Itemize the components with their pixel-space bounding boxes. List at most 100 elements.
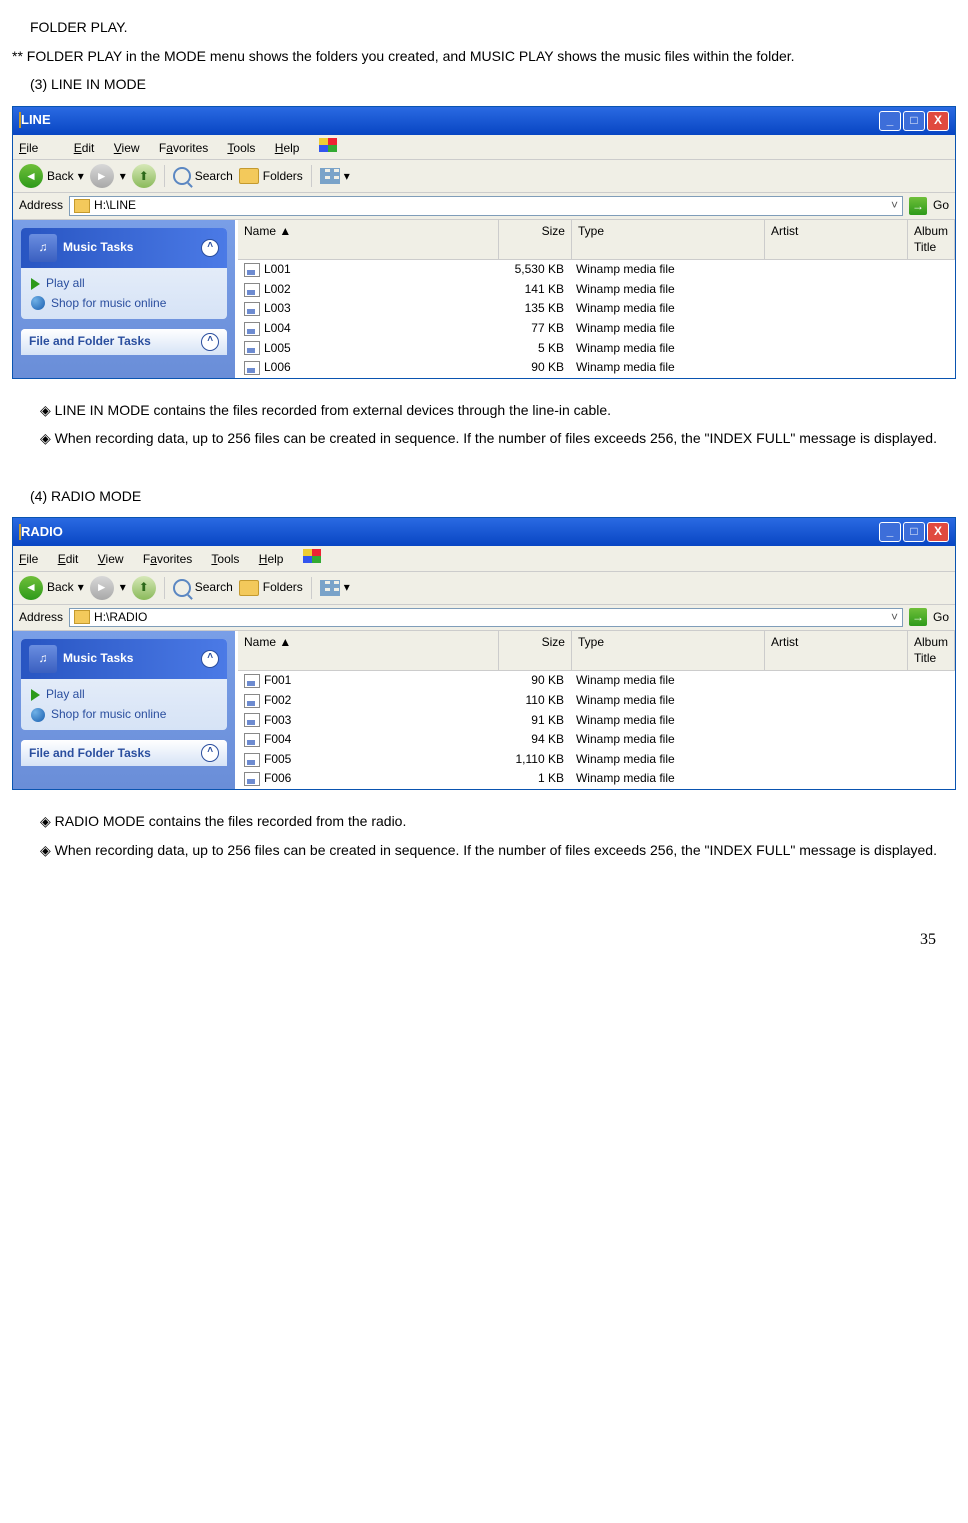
menu-edit[interactable]: Edit — [74, 141, 95, 155]
file-folder-tasks-header[interactable]: File and Folder Tasks — [29, 334, 151, 350]
file-folder-tasks-header[interactable]: File and Folder Tasks — [29, 746, 151, 762]
minimize-button[interactable]: _ — [879, 111, 901, 131]
section4-bullet2: ◈ When recording data, up to 256 files c… — [12, 837, 956, 864]
music-tasks-header: Music Tasks — [63, 651, 133, 667]
titlebar[interactable]: RADIO _□X — [13, 518, 955, 546]
close-button[interactable]: X — [927, 111, 949, 131]
file-list: Name ▲ Size Type Artist Album Title L001… — [238, 220, 955, 378]
windows-flag-icon[interactable] — [303, 549, 321, 563]
go-label: Go — [933, 610, 949, 626]
address-text: H:\LINE — [94, 198, 136, 214]
collapse-icon[interactable]: ˄ — [201, 333, 219, 351]
table-row[interactable]: L00690 KBWinamp media file — [238, 358, 955, 378]
intro-line2: ** FOLDER PLAY in the MODE menu shows th… — [12, 43, 956, 70]
menu-edit[interactable]: Edit — [58, 552, 79, 566]
collapse-icon[interactable]: ˄ — [201, 650, 219, 668]
table-row[interactable]: F0061 KBWinamp media file — [238, 769, 955, 789]
section4-title: (4) RADIO MODE — [12, 483, 956, 510]
menu-view[interactable]: View — [98, 552, 124, 566]
music-tasks-header: Music Tasks — [63, 240, 133, 256]
file-icon — [244, 361, 260, 375]
titlebar[interactable]: LINE _□X — [13, 107, 955, 135]
forward-button[interactable]: ► — [90, 576, 114, 600]
collapse-icon[interactable]: ˄ — [201, 239, 219, 257]
go-button[interactable]: → — [909, 197, 927, 215]
views-button[interactable]: ▾ — [320, 580, 350, 596]
play-all-link[interactable]: Play all — [31, 274, 217, 294]
menu-bar: File Edit View Favorites Tools Help — [13, 135, 955, 161]
menu-tools[interactable]: Tools — [211, 552, 239, 566]
back-button[interactable]: ◄Back ▾ — [19, 164, 84, 188]
toolbar: ◄Back ▾ ►▾ ⬆ Search Folders ▾ — [13, 160, 955, 193]
collapse-icon[interactable]: ˄ — [201, 744, 219, 762]
section3-bullet1: ◈ LINE IN MODE contains the files record… — [12, 397, 956, 424]
file-icon — [244, 341, 260, 355]
close-button[interactable]: X — [927, 522, 949, 542]
windows-flag-icon[interactable] — [319, 138, 337, 152]
chevron-down-icon[interactable]: ˅ — [891, 610, 898, 626]
table-row[interactable]: F002110 KBWinamp media file — [238, 691, 955, 711]
section4-bullet1: ◈ RADIO MODE contains the files recorded… — [12, 808, 956, 835]
music-icon: ♫ — [29, 645, 57, 673]
folder-icon — [239, 168, 259, 184]
table-row[interactable]: L00477 KBWinamp media file — [238, 319, 955, 339]
search-button[interactable]: Search — [173, 579, 233, 597]
table-row[interactable]: F00494 KBWinamp media file — [238, 730, 955, 750]
shop-music-link[interactable]: Shop for music online — [31, 294, 217, 314]
explorer-window-line: LINE _□X File Edit View Favorites Tools … — [12, 106, 956, 379]
side-panel: ♫Music Tasks˄ Play all Shop for music on… — [13, 220, 235, 378]
explorer-window-radio: RADIO _□X File Edit View Favorites Tools… — [12, 517, 956, 790]
address-label: Address — [19, 610, 63, 626]
folders-button[interactable]: Folders — [239, 168, 303, 184]
page-number: 35 — [12, 865, 956, 955]
file-icon — [244, 753, 260, 767]
sort-asc-icon: ▲ — [279, 224, 291, 238]
table-row[interactable]: L003135 KBWinamp media file — [238, 299, 955, 319]
search-button[interactable]: Search — [173, 167, 233, 185]
address-field[interactable]: H:\LINE ˅ — [69, 196, 903, 216]
forward-button[interactable]: ► — [90, 164, 114, 188]
file-list: Name ▲ Size Type Artist Album Title F001… — [238, 631, 955, 789]
chevron-down-icon[interactable]: ˅ — [891, 198, 898, 214]
sort-asc-icon: ▲ — [279, 635, 291, 649]
menu-favorites[interactable]: Favorites — [159, 141, 208, 155]
folders-button[interactable]: Folders — [239, 580, 303, 596]
file-icon — [244, 694, 260, 708]
menu-help[interactable]: Help — [259, 552, 284, 566]
window-title: RADIO — [21, 524, 63, 539]
globe-icon — [31, 708, 45, 722]
file-icon — [244, 674, 260, 688]
play-all-link[interactable]: Play all — [31, 685, 217, 705]
file-icon — [244, 322, 260, 336]
play-icon — [31, 689, 40, 701]
menu-file[interactable]: File — [19, 552, 38, 566]
menu-view[interactable]: View — [114, 141, 140, 155]
go-button[interactable]: → — [909, 608, 927, 626]
table-row[interactable]: F00190 KBWinamp media file — [238, 671, 955, 691]
address-field[interactable]: H:\RADIO˅ — [69, 608, 903, 628]
minimize-button[interactable]: _ — [879, 522, 901, 542]
address-label: Address — [19, 198, 63, 214]
search-icon — [173, 167, 191, 185]
column-headers[interactable]: Name ▲ Size Type Artist Album Title — [238, 220, 955, 260]
folder-icon — [74, 199, 90, 213]
table-row[interactable]: L002141 KBWinamp media file — [238, 280, 955, 300]
folder-icon — [239, 580, 259, 596]
menu-file[interactable]: File — [19, 141, 54, 155]
table-row[interactable]: F0051,110 KBWinamp media file — [238, 750, 955, 770]
maximize-button[interactable]: □ — [903, 111, 925, 131]
menu-help[interactable]: Help — [275, 141, 300, 155]
column-headers[interactable]: Name ▲ Size Type Artist Album Title — [238, 631, 955, 671]
up-button[interactable]: ⬆ — [132, 576, 156, 600]
views-button[interactable]: ▾ — [320, 168, 350, 184]
table-row[interactable]: F00391 KBWinamp media file — [238, 711, 955, 731]
maximize-button[interactable]: □ — [903, 522, 925, 542]
menu-favorites[interactable]: Favorites — [143, 552, 192, 566]
up-button[interactable]: ⬆ — [132, 164, 156, 188]
shop-music-link[interactable]: Shop for music online — [31, 705, 217, 725]
back-button[interactable]: ◄Back ▾ — [19, 576, 84, 600]
table-row[interactable]: L0015,530 KBWinamp media file — [238, 260, 955, 280]
menu-tools[interactable]: Tools — [227, 141, 255, 155]
address-bar: Address H:\RADIO˅ → Go — [13, 605, 955, 632]
table-row[interactable]: L0055 KBWinamp media file — [238, 339, 955, 359]
